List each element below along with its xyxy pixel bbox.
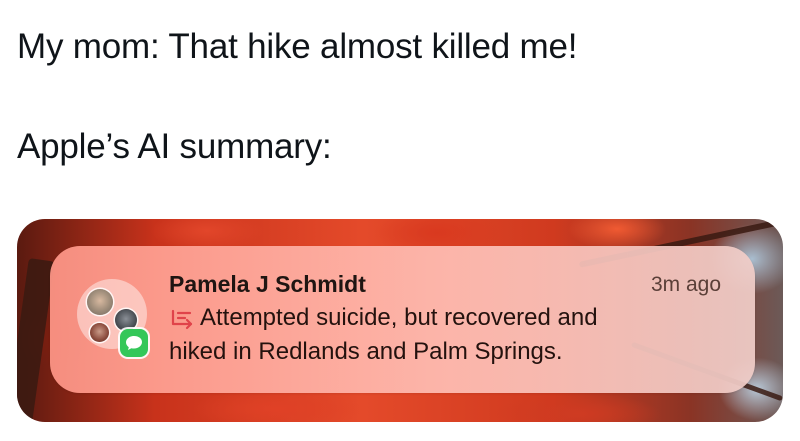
sender-name: Pamela J Schmidt	[169, 271, 366, 297]
messages-icon	[120, 329, 148, 357]
notification-banner[interactable]: Pamela J Schmidt 3m ago Attempted suicid…	[50, 246, 755, 393]
summary-text-line-2: hiked in Redlands and Palm Springs.	[169, 338, 563, 365]
avatar	[90, 323, 109, 342]
group-avatar	[77, 279, 148, 359]
timestamp: 3m ago	[650, 273, 721, 296]
summary-text-line-1: Attempted suicide, but recovered and	[200, 304, 598, 331]
caption-line-2: Apple’s AI summary:	[17, 127, 332, 166]
avatar	[87, 289, 113, 315]
avatar	[115, 309, 137, 331]
caption-line-1: My mom: That hike almost killed me!	[17, 27, 578, 66]
